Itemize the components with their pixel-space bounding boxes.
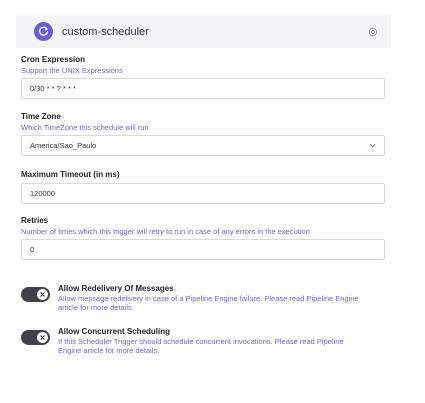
cron-expression-value: 0/30 * * ? * * *: [30, 84, 76, 93]
scheduler-app-icon: [34, 22, 53, 41]
allow-redelivery-title: Allow Redelivery Of Messages: [58, 284, 174, 293]
retries-help: Number of times which this trigger will …: [21, 227, 310, 236]
cron-expression-field: Cron Expression Support the UNIX Express…: [21, 55, 385, 99]
allow-redelivery-toggle[interactable]: [21, 287, 50, 302]
retries-input[interactable]: 0: [21, 239, 385, 260]
maximum-timeout-value: 120000: [30, 189, 56, 198]
maximum-timeout-field: Maximum Timeout (in ms) 120000: [21, 170, 385, 204]
retries-value: 0: [30, 245, 35, 254]
chevron-down-icon: [368, 142, 376, 150]
cron-expression-help: Support the UNIX Expressions: [21, 66, 123, 75]
time-zone-field: Time Zone Which TimeZone this schedule w…: [21, 112, 385, 156]
allow-redelivery-description: Allow message redelivery in case of a Pi…: [58, 294, 359, 312]
allow-redelivery-row: Allow Redelivery Of Messages Allow messa…: [21, 284, 385, 312]
time-zone-value: America/Sao_Paulo: [30, 141, 97, 150]
trigger-header: custom-scheduler: [16, 15, 391, 48]
maximum-timeout-label: Maximum Timeout (in ms): [21, 170, 120, 179]
maximum-timeout-input[interactable]: 120000: [21, 183, 385, 204]
trigger-title: custom-scheduler: [62, 25, 149, 38]
time-zone-help: Which TimeZone this schedule will run: [21, 123, 149, 132]
cron-expression-label: Cron Expression: [21, 55, 86, 64]
retries-field: Retries Number of times which this trigg…: [21, 216, 385, 260]
allow-concurrent-row: Allow Concurrent Scheduling If this Sche…: [21, 327, 385, 355]
close-icon: [37, 289, 48, 300]
time-zone-select[interactable]: America/Sao_Paulo: [21, 135, 385, 156]
time-zone-label: Time Zone: [21, 112, 61, 121]
gear-icon[interactable]: [366, 25, 380, 39]
allow-concurrent-toggle[interactable]: [21, 330, 50, 345]
cron-expression-input[interactable]: 0/30 * * ? * * *: [21, 78, 385, 99]
allow-concurrent-title: Allow Concurrent Scheduling: [58, 327, 171, 336]
allow-concurrent-description: If this Scheduler Trigger should schedul…: [58, 337, 344, 355]
close-icon: [37, 332, 48, 343]
retries-label: Retries: [21, 216, 49, 225]
